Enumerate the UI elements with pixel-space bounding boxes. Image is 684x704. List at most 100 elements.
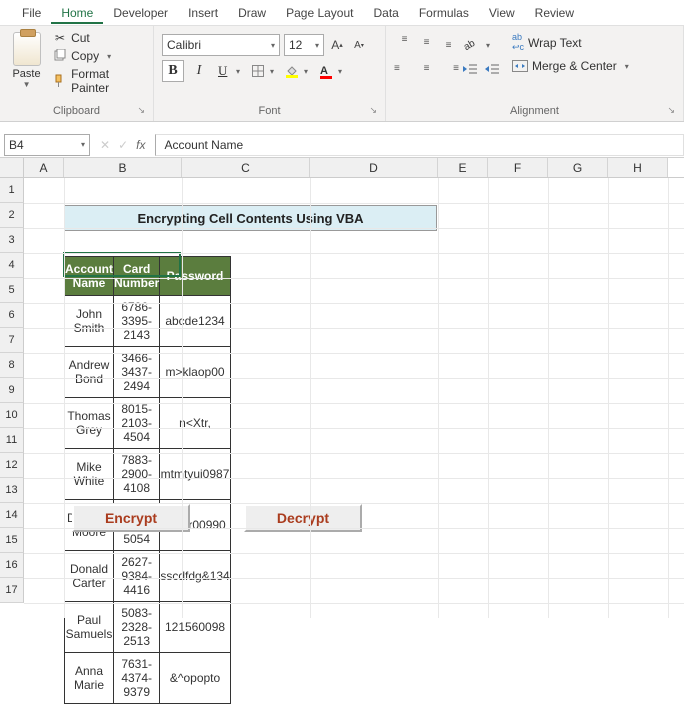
row-header-1[interactable]: 1 <box>0 178 24 203</box>
menu-tab-formulas[interactable]: Formulas <box>409 2 479 24</box>
decrease-font-size-button[interactable]: A▾ <box>350 36 368 54</box>
table-cell[interactable]: m>klaop00 <box>160 347 230 398</box>
column-header-D[interactable]: D <box>310 158 438 177</box>
spreadsheet-grid[interactable]: ABCDEFGH 1234567891011121314151617 Encry… <box>0 158 684 618</box>
fx-icon[interactable]: fx <box>136 138 145 152</box>
menu-tab-review[interactable]: Review <box>525 2 584 24</box>
fill-color-button[interactable]: ▾ <box>282 60 312 82</box>
table-cell[interactable]: mtmtyui0987 <box>160 449 230 500</box>
merge-center-button[interactable]: Merge & Center ▾ <box>510 57 631 75</box>
align-bottom-button[interactable]: ≡ <box>438 34 458 52</box>
row-header-16[interactable]: 16 <box>0 553 24 578</box>
formula-input[interactable]: Account Name <box>155 134 684 156</box>
increase-font-size-button[interactable]: A▴ <box>328 36 346 54</box>
menu-tab-page-layout[interactable]: Page Layout <box>276 2 363 24</box>
table-row[interactable]: Thomas Grey8015-2103-4504n<Xtr, <box>65 398 231 449</box>
table-cell[interactable]: &^opopto <box>160 653 230 704</box>
row-header-4[interactable]: 4 <box>0 253 24 278</box>
orientation-button[interactable]: ab▾ <box>460 34 494 56</box>
chevron-down-icon[interactable]: ▾ <box>107 52 111 61</box>
row-header-7[interactable]: 7 <box>0 328 24 353</box>
align-middle-button[interactable]: ≡ <box>416 34 436 52</box>
column-header-E[interactable]: E <box>438 158 488 177</box>
dialog-launcher-icon[interactable]: ↘ <box>667 105 675 116</box>
chevron-down-icon[interactable]: ▾ <box>625 62 629 71</box>
align-left-button[interactable]: ≡ <box>394 60 414 78</box>
column-header-A[interactable]: A <box>24 158 64 177</box>
table-cell[interactable]: Andrew Bond <box>65 347 114 398</box>
menu-tab-insert[interactable]: Insert <box>178 2 228 24</box>
row-header-2[interactable]: 2 <box>0 203 24 228</box>
table-cell[interactable]: sscdfdg&134 <box>160 551 230 602</box>
table-cell[interactable]: 121560098 <box>160 602 230 653</box>
table-cell[interactable]: Paul Samuels <box>65 602 114 653</box>
table-cell[interactable]: n<Xtr, <box>160 398 230 449</box>
row-header-9[interactable]: 9 <box>0 378 24 403</box>
column-header-B[interactable]: B <box>64 158 182 177</box>
paste-button[interactable]: Paste ▼ <box>8 30 45 89</box>
row-header-6[interactable]: 6 <box>0 303 24 328</box>
table-cell[interactable]: Mike White <box>65 449 114 500</box>
bold-button[interactable]: B <box>162 60 184 82</box>
italic-button[interactable]: I <box>188 60 210 82</box>
menu-tab-data[interactable]: Data <box>363 2 408 24</box>
table-row[interactable]: Mike White7883-2900-4108mtmtyui0987 <box>65 449 231 500</box>
align-center-button[interactable]: ≡ <box>416 60 436 78</box>
table-row[interactable]: Paul Samuels5083-2328-2513121560098 <box>65 602 231 653</box>
table-cell[interactable]: 5083-2328-2513 <box>114 602 160 653</box>
column-header-C[interactable]: C <box>182 158 310 177</box>
column-header-H[interactable]: H <box>608 158 668 177</box>
align-top-button[interactable]: ≡ <box>394 34 414 52</box>
row-header-5[interactable]: 5 <box>0 278 24 303</box>
cut-button[interactable]: ✂ Cut <box>51 30 145 46</box>
enter-icon[interactable]: ✓ <box>118 138 128 152</box>
table-cell[interactable]: Donald Carter <box>65 551 114 602</box>
table-row[interactable]: Anna Marie7631-4374-9379&^opopto <box>65 653 231 704</box>
row-header-3[interactable]: 3 <box>0 228 24 253</box>
table-row[interactable]: Donald Carter2627-9384-4416sscdfdg&134 <box>65 551 231 602</box>
table-cell[interactable]: Thomas Grey <box>65 398 114 449</box>
select-all-corner[interactable] <box>0 158 24 178</box>
row-header-12[interactable]: 12 <box>0 453 24 478</box>
row-header-11[interactable]: 11 <box>0 428 24 453</box>
copy-button[interactable]: Copy ▾ <box>51 48 145 64</box>
decrease-indent-button[interactable] <box>460 60 480 78</box>
table-cell[interactable]: Anna Marie <box>65 653 114 704</box>
font-size-select[interactable]: 12▾ <box>284 34 324 56</box>
row-header-10[interactable]: 10 <box>0 403 24 428</box>
column-header-F[interactable]: F <box>488 158 548 177</box>
menu-tab-home[interactable]: Home <box>51 2 103 24</box>
row-header-8[interactable]: 8 <box>0 353 24 378</box>
table-header[interactable]: Card Number <box>114 257 160 296</box>
name-box[interactable]: B4 ▾ <box>4 134 90 156</box>
row-header-17[interactable]: 17 <box>0 578 24 603</box>
align-right-button[interactable]: ≡ <box>438 60 458 78</box>
dialog-launcher-icon[interactable]: ↘ <box>369 105 377 116</box>
table-row[interactable]: Andrew Bond3466-3437-2494m>klaop00 <box>65 347 231 398</box>
menu-tab-view[interactable]: View <box>479 2 525 24</box>
font-name-select[interactable]: Calibri▾ <box>162 34 280 56</box>
row-header-13[interactable]: 13 <box>0 478 24 503</box>
cancel-icon[interactable]: ✕ <box>100 138 110 152</box>
wrap-text-button[interactable]: ab↩c Wrap Text <box>510 30 631 55</box>
table-cell[interactable]: 8015-2103-4504 <box>114 398 160 449</box>
format-painter-button[interactable]: Format Painter <box>51 66 145 96</box>
row-header-15[interactable]: 15 <box>0 528 24 553</box>
dialog-launcher-icon[interactable]: ↘ <box>137 105 145 116</box>
table-header[interactable]: Account Name <box>65 257 114 296</box>
table-cell[interactable]: 2627-9384-4416 <box>114 551 160 602</box>
font-color-button[interactable]: A ▾ <box>316 60 346 82</box>
table-cell[interactable]: 7883-2900-4108 <box>114 449 160 500</box>
table-header[interactable]: Password <box>160 257 230 296</box>
menu-tab-file[interactable]: File <box>12 2 51 24</box>
column-header-G[interactable]: G <box>548 158 608 177</box>
underline-button[interactable]: U▾ <box>214 60 244 82</box>
borders-button[interactable]: ▾ <box>248 60 278 82</box>
menu-tab-draw[interactable]: Draw <box>228 2 276 24</box>
table-cell[interactable]: 3466-3437-2494 <box>114 347 160 398</box>
menu-tab-developer[interactable]: Developer <box>103 2 178 24</box>
row-header-14[interactable]: 14 <box>0 503 24 528</box>
increase-indent-button[interactable] <box>482 60 502 78</box>
chevron-down-icon[interactable]: ▼ <box>23 80 31 89</box>
table-cell[interactable]: 7631-4374-9379 <box>114 653 160 704</box>
